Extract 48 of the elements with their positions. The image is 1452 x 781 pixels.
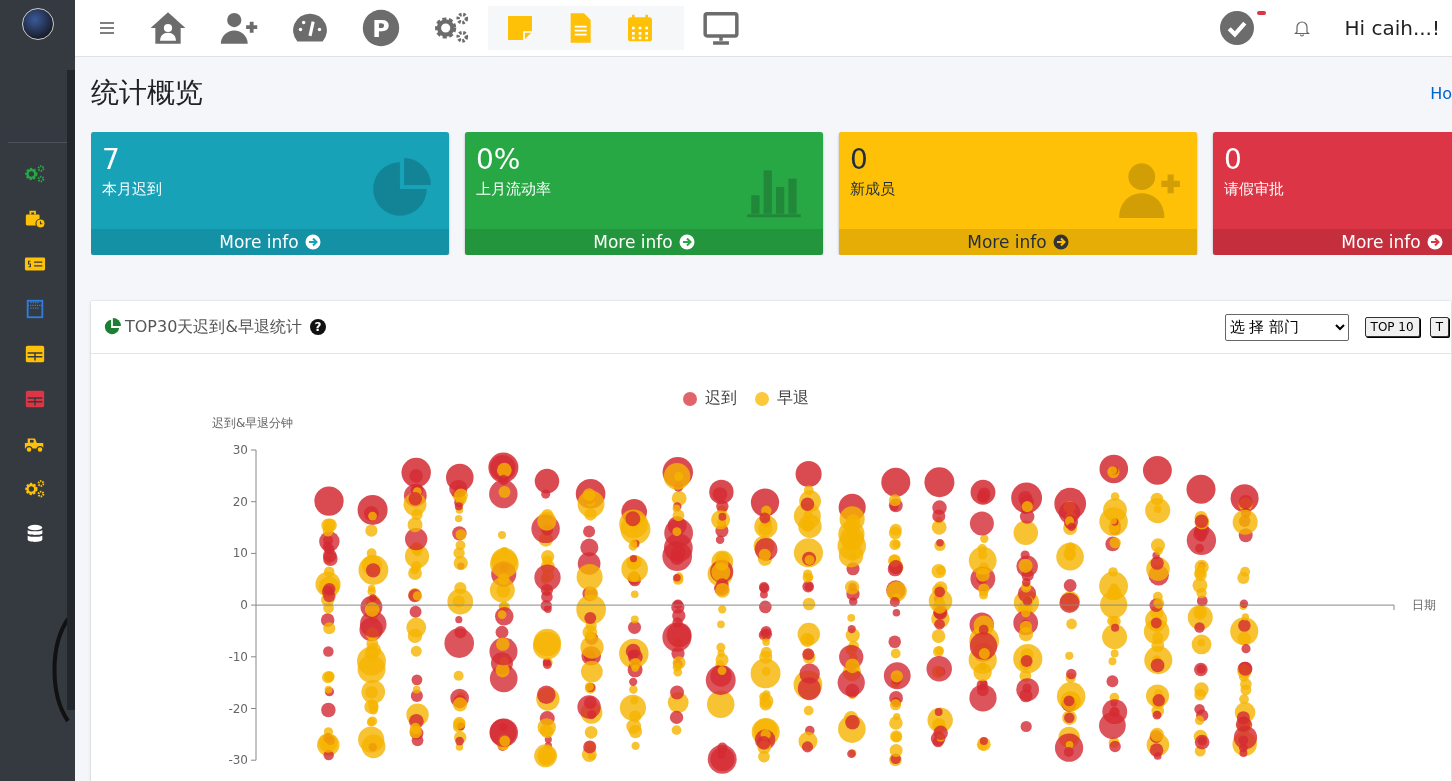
user-greeting[interactable]: Hi caih...! [1344,16,1440,40]
menu-icon[interactable] [99,21,115,35]
arrow-circle-icon[interactable] [678,234,695,250]
axis-title: 迟到&早退分钟 [212,416,294,430]
stat-value: 0% [476,142,522,178]
gears-icon[interactable] [23,478,46,500]
briefcase-clock-icon[interactable] [23,208,46,230]
legend-dot[interactable] [683,391,697,406]
page-title: 统计概览 [91,75,204,111]
help-icon[interactable]: ? [309,319,326,335]
axis-tick-label: 30 [232,443,248,457]
tasks-icon[interactable] [1220,11,1255,45]
legend-label[interactable]: 迟到 [705,388,737,409]
stat-label: 本月迟到 [102,180,163,199]
stat-value: 0 [850,142,869,178]
arrow-circle-icon[interactable] [1426,234,1443,250]
bell-icon[interactable] [1294,19,1311,37]
axis-tick-label: -10 [228,649,248,664]
stat-label: 上月流动率 [476,180,552,199]
axis-tick-label: 20 [232,494,248,509]
gears-icon[interactable] [23,163,46,185]
axis-tick-label: 10 [232,546,248,561]
stat-label: 请假审批 [1224,180,1285,199]
table-icon[interactable] [23,343,46,365]
more-info-link[interactable]: More info [839,229,1197,255]
top-button[interactable]: TOP 10 [1364,317,1420,337]
breadcrumb-link[interactable]: Ho [1430,83,1452,103]
stat-value: 0 [1224,142,1243,178]
legend-label[interactable]: 早退 [777,388,809,409]
more-info-link[interactable]: More info [465,229,823,255]
monitor-icon[interactable] [702,9,740,47]
logo-icon[interactable] [22,8,54,40]
top-button[interactable]: T [1429,317,1449,337]
more-info-link[interactable]: More info [1213,229,1452,255]
parking-icon[interactable]: P [362,9,400,47]
stat-value: 7 [102,142,121,178]
axis-tick-label: 0 [240,598,248,613]
stat-label: 新成员 [850,180,896,199]
department-select[interactable]: 选 择 部门 [1224,313,1349,341]
arrow-circle-icon[interactable] [304,234,321,250]
axis-title: 日期 [1412,598,1436,613]
more-info-link[interactable]: More info [91,229,449,255]
pie-chart-icon [103,318,121,336]
legend-dot[interactable] [755,391,769,406]
card-title: TOP30天迟到&早退统计 [125,316,302,338]
arrow-circle-icon[interactable] [1052,234,1069,250]
axis-tick-label: -30 [228,753,248,768]
axis-tick-label: -20 [228,701,248,716]
